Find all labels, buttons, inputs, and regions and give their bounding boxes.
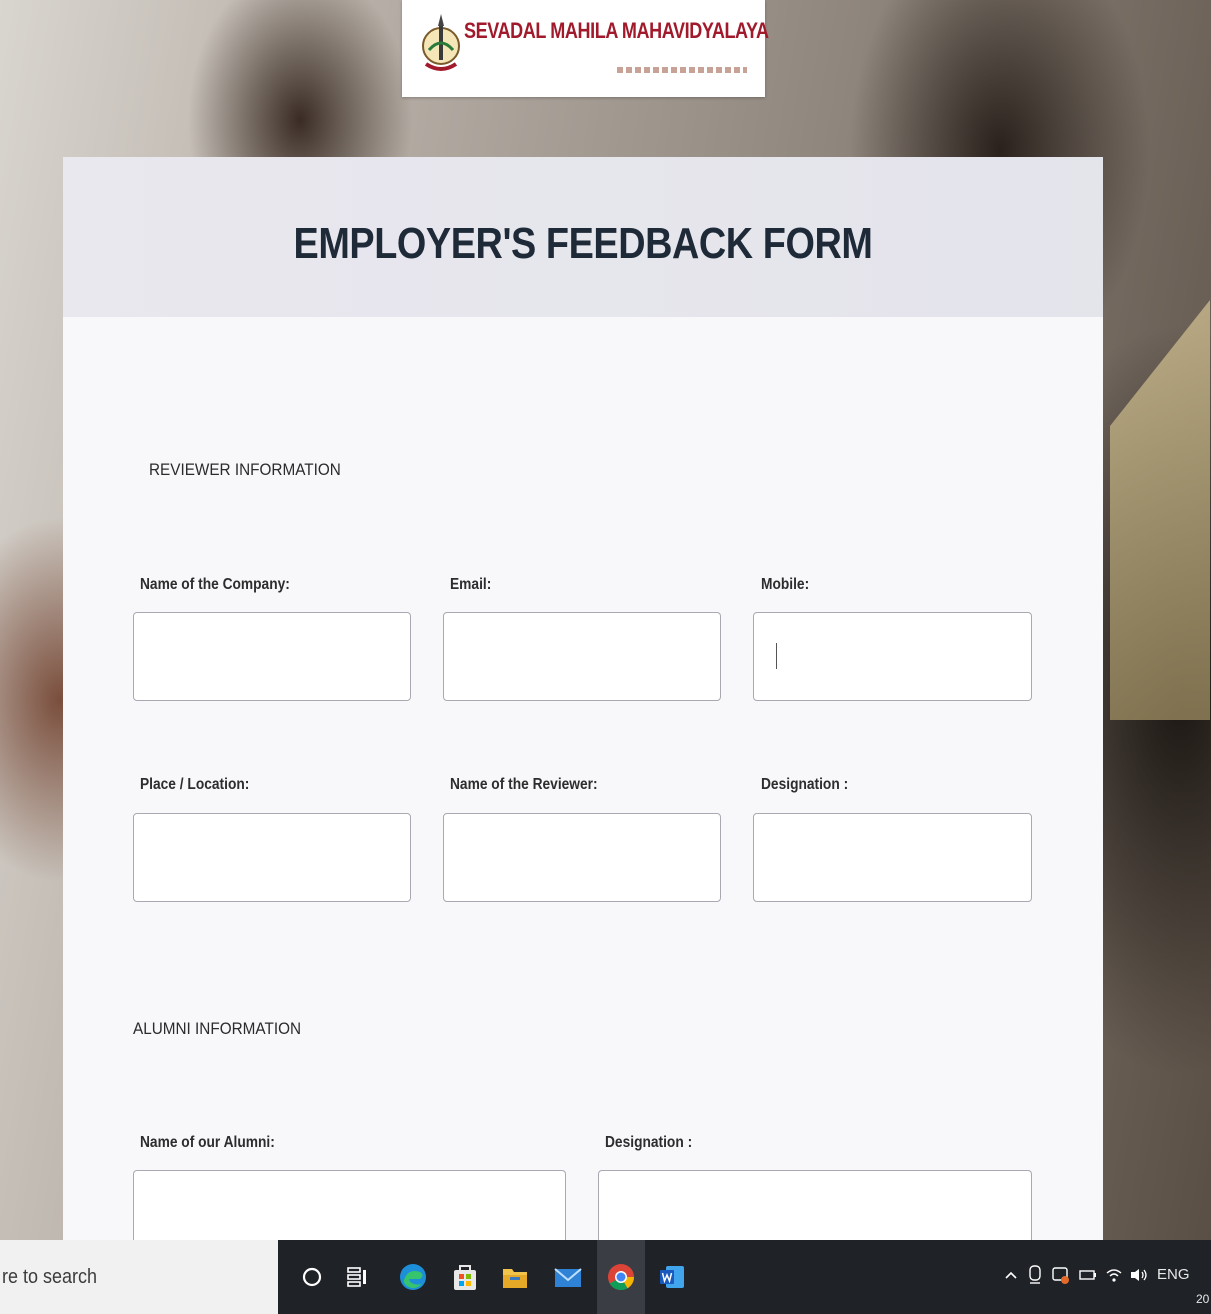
reviewer-name-label: Name of the Reviewer: [450,776,598,793]
mobile-input[interactable] [753,612,1032,701]
alumni-designation-input[interactable] [598,1170,1032,1240]
mobile-label: Mobile: [761,576,810,593]
college-logo-banner[interactable]: SEVADAL MAHILA MAHAVIDYALAYA [402,0,769,97]
text-caret [776,643,777,669]
email-input[interactable] [443,612,721,701]
company-label: Name of the Company: [140,576,290,593]
edge-icon[interactable] [394,1258,432,1296]
store-icon[interactable] [446,1258,484,1296]
word-icon[interactable] [653,1258,691,1296]
college-tagline [617,67,747,73]
email-label: Email: [450,576,492,593]
meet-now-icon[interactable] [1026,1262,1044,1288]
alumni-section-heading: ALUMNI INFORMATION [133,1019,302,1038]
notification-app-icon[interactable] [1050,1262,1072,1288]
clock-fragment[interactable]: 20 [1196,1292,1209,1306]
reviewer-name-input[interactable] [443,813,721,902]
windows-taskbar: re to search ENG [0,1240,1211,1314]
location-label: Place / Location: [140,776,250,793]
show-hidden-icons-chevron-icon[interactable] [1003,1262,1019,1288]
form-title: EMPLOYER'S FEEDBACK FORM [293,219,873,268]
college-name: SEVADAL MAHILA MAHAVIDYALAYA [464,18,769,43]
alumni-name-input[interactable] [133,1170,566,1240]
feedback-form-card: EMPLOYER'S FEEDBACK FORM REVIEWER INFORM… [63,157,1103,1240]
chrome-icon[interactable] [602,1258,640,1296]
taskbar-search-box[interactable]: re to search [0,1240,278,1314]
task-view-icon[interactable] [338,1258,376,1296]
mail-icon[interactable] [549,1258,587,1296]
alumni-name-label: Name of our Alumni: [140,1134,275,1151]
battery-icon[interactable] [1078,1262,1098,1288]
reviewer-section-heading: REVIEWER INFORMATION [149,460,341,479]
cortana-icon[interactable] [293,1258,331,1296]
designation-label: Designation : [761,776,849,793]
wifi-icon[interactable] [1104,1262,1124,1288]
volume-icon[interactable] [1128,1262,1150,1288]
input-language[interactable]: ENG [1157,1266,1190,1283]
company-input[interactable] [133,612,411,701]
file-explorer-icon[interactable] [496,1258,534,1296]
form-header: EMPLOYER'S FEEDBACK FORM [63,157,1103,317]
alumni-designation-label: Designation : [605,1134,693,1151]
college-emblem-icon [422,14,460,71]
designation-input[interactable] [753,813,1032,902]
location-input[interactable] [133,813,411,902]
search-placeholder: re to search [2,1266,98,1288]
